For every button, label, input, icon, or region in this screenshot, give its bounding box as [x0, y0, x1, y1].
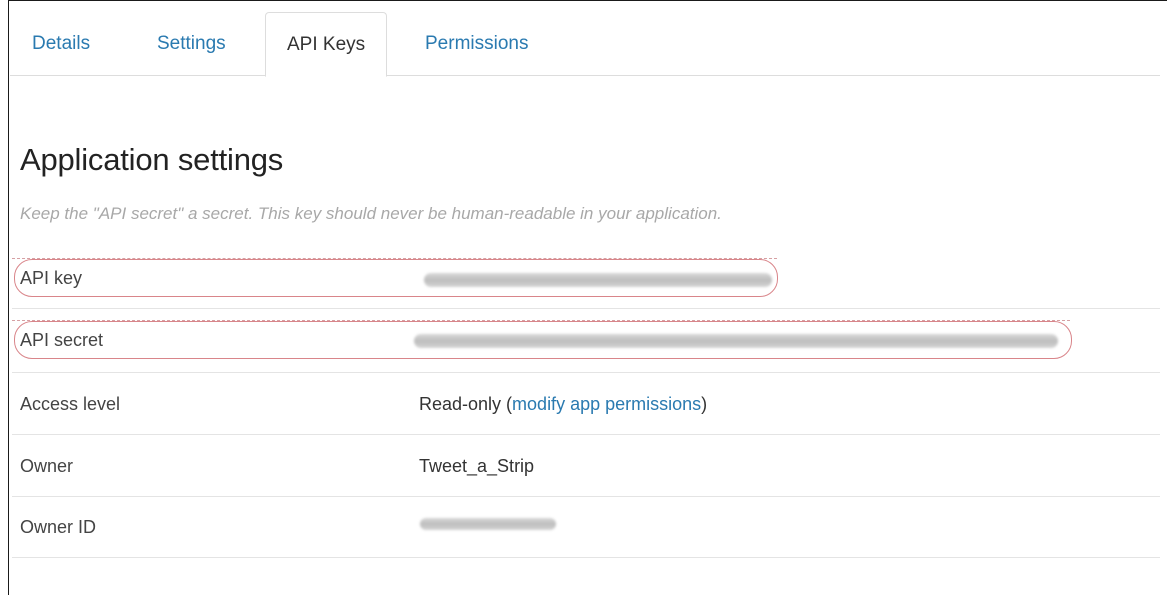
page-title: Application settings	[20, 142, 284, 177]
tab-permissions[interactable]: Permissions	[425, 12, 528, 76]
owner-value: Tweet_a_Strip	[419, 456, 535, 476]
row-divider	[12, 496, 1160, 497]
tab-details[interactable]: Details	[32, 12, 90, 76]
api-key-redacted	[424, 273, 772, 287]
api-secret-redacted	[414, 334, 1058, 348]
access-level-suffix: )	[701, 394, 708, 414]
row-divider	[12, 372, 1160, 373]
tab-api-keys[interactable]: API Keys	[265, 12, 388, 77]
access-level-prefix: Read-only (	[419, 394, 513, 414]
access-level-value: Read-only (modify app permissions)	[419, 394, 707, 415]
page-frame	[8, 0, 1167, 595]
access-level-label: Access level	[20, 394, 121, 414]
api-secret-label: API secret	[20, 330, 104, 350]
tab-settings[interactable]: Settings	[157, 12, 226, 76]
owner-id-redacted	[420, 518, 556, 530]
modify-permissions-link[interactable]: modify app permissions	[512, 394, 701, 414]
page-subtitle: Keep the "API secret" a secret. This key…	[20, 204, 722, 223]
tab-bar: Details Settings API Keys Permissions	[10, 12, 1160, 77]
api-key-label: API key	[20, 268, 83, 288]
row-divider	[12, 308, 1160, 309]
row-divider	[12, 557, 1160, 558]
owner-label: Owner	[20, 456, 74, 476]
row-divider	[12, 434, 1160, 435]
owner-id-label: Owner ID	[20, 517, 97, 537]
